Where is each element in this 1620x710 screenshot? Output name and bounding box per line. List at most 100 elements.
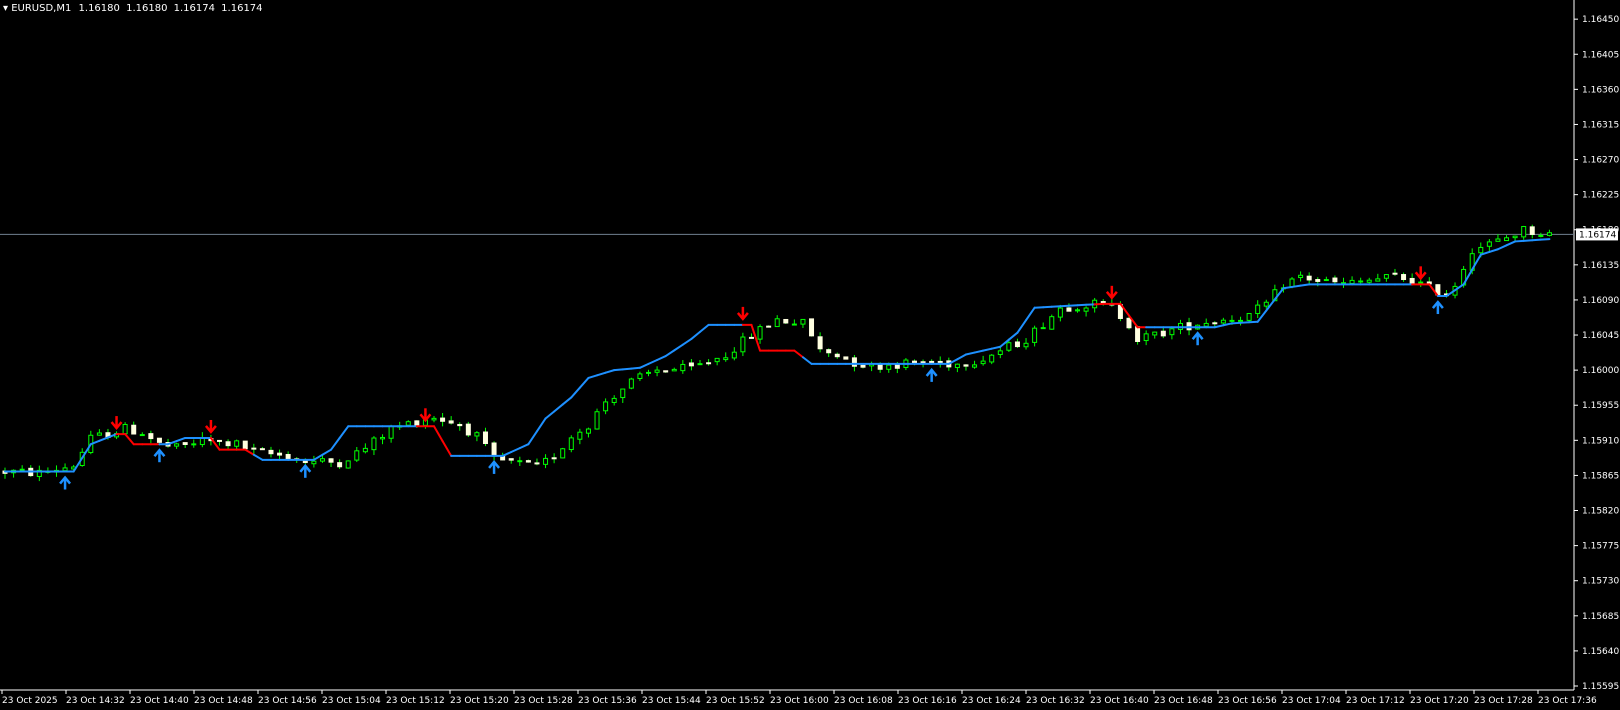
bull-candle[interactable]	[1238, 319, 1244, 322]
bull-candle[interactable]	[1049, 316, 1055, 330]
bear-candle[interactable]	[482, 431, 488, 445]
bear-candle[interactable]	[414, 420, 420, 426]
bull-candle[interactable]	[577, 431, 583, 440]
bull-candle[interactable]	[723, 357, 729, 361]
bull-candle[interactable]	[1263, 301, 1269, 307]
bull-candle[interactable]	[1486, 241, 1492, 247]
bear-candle[interactable]	[688, 362, 694, 367]
bull-candle[interactable]	[1538, 234, 1544, 237]
bull-candle[interactable]	[1375, 278, 1381, 282]
bull-candle[interactable]	[568, 437, 574, 451]
bear-candle[interactable]	[894, 364, 900, 369]
bull-candle[interactable]	[191, 443, 197, 446]
bear-candle[interactable]	[242, 440, 248, 450]
sell-arrow-icon[interactable]	[419, 408, 432, 423]
bull-candle[interactable]	[1143, 333, 1149, 342]
bull-candle[interactable]	[1512, 235, 1518, 239]
bear-candle[interactable]	[551, 457, 557, 460]
bull-candle[interactable]	[1546, 232, 1552, 236]
sell-arrow-icon[interactable]	[204, 419, 217, 434]
bull-candle[interactable]	[371, 437, 377, 451]
bear-candle[interactable]	[748, 336, 754, 339]
bear-candle[interactable]	[860, 364, 866, 368]
bear-candle[interactable]	[337, 462, 343, 468]
bull-candle[interactable]	[1229, 319, 1235, 322]
bear-candle[interactable]	[1306, 275, 1312, 281]
bear-candle[interactable]	[148, 433, 154, 440]
bull-candle[interactable]	[234, 440, 240, 447]
bull-candle[interactable]	[1418, 281, 1424, 284]
bear-candle[interactable]	[1529, 226, 1535, 235]
bull-candle[interactable]	[1032, 327, 1038, 343]
bear-candle[interactable]	[929, 360, 935, 363]
bear-candle[interactable]	[1392, 272, 1398, 275]
sell-arrow-icon[interactable]	[1414, 266, 1427, 281]
bear-candle[interactable]	[911, 360, 917, 364]
bull-candle[interactable]	[628, 378, 634, 389]
bear-candle[interactable]	[225, 441, 231, 447]
sell-arrow-icon[interactable]	[1105, 285, 1118, 300]
bull-candle[interactable]	[345, 460, 351, 469]
bull-candle[interactable]	[1083, 307, 1089, 312]
bear-candle[interactable]	[766, 325, 772, 328]
bear-candle[interactable]	[448, 420, 454, 424]
bear-candle[interactable]	[217, 439, 223, 442]
bull-candle[interactable]	[989, 354, 995, 363]
bull-candle[interactable]	[671, 368, 677, 372]
bear-candle[interactable]	[1066, 307, 1072, 312]
bear-candle[interactable]	[1401, 274, 1407, 281]
bull-candle[interactable]	[1358, 280, 1364, 283]
buy-arrow-icon[interactable]	[488, 459, 501, 474]
bear-candle[interactable]	[268, 449, 274, 455]
bear-candle[interactable]	[1212, 322, 1218, 325]
price-chart[interactable]: 1.16450 1.16405 1.16360 1.16315 1.16270 1.162…	[0, 0, 1620, 710]
bull-candle[interactable]	[1298, 274, 1304, 279]
bull-candle[interactable]	[1220, 319, 1226, 324]
bull-candle[interactable]	[680, 363, 686, 372]
bull-candle[interactable]	[431, 417, 437, 421]
bull-candle[interactable]	[731, 351, 737, 359]
bear-candle[interactable]	[251, 447, 257, 450]
sell-arrow-icon[interactable]	[110, 416, 123, 431]
bull-candle[interactable]	[594, 411, 600, 430]
bull-candle[interactable]	[1040, 327, 1046, 330]
bear-candle[interactable]	[277, 452, 283, 456]
bull-candle[interactable]	[1504, 237, 1510, 242]
bull-candle[interactable]	[139, 434, 145, 437]
bull-candle[interactable]	[757, 326, 763, 340]
bull-candle[interactable]	[972, 364, 978, 368]
buy-arrow-icon[interactable]	[153, 448, 166, 463]
sell-arrow-icon[interactable]	[736, 306, 749, 321]
bear-candle[interactable]	[1409, 277, 1415, 285]
bull-candle[interactable]	[122, 423, 128, 435]
bull-candle[interactable]	[603, 401, 609, 412]
bear-candle[interactable]	[465, 423, 471, 436]
bull-candle[interactable]	[620, 388, 626, 399]
bull-candle[interactable]	[637, 373, 643, 379]
bull-candle[interactable]	[362, 447, 368, 453]
bear-candle[interactable]	[508, 458, 514, 461]
bull-candle[interactable]	[654, 369, 660, 373]
bear-candle[interactable]	[843, 356, 849, 360]
bull-candle[interactable]	[1255, 304, 1261, 315]
bull-candle[interactable]	[1006, 342, 1012, 351]
bear-candle[interactable]	[783, 318, 789, 324]
bear-candle[interactable]	[877, 363, 883, 370]
bull-candle[interactable]	[388, 425, 394, 439]
bull-candle[interactable]	[543, 457, 549, 465]
bear-candle[interactable]	[285, 453, 291, 460]
bear-candle[interactable]	[259, 448, 265, 451]
bull-candle[interactable]	[1366, 279, 1372, 283]
bear-candle[interactable]	[826, 349, 832, 354]
bear-candle[interactable]	[963, 364, 969, 367]
bull-candle[interactable]	[560, 448, 566, 459]
buy-arrow-icon[interactable]	[1431, 300, 1444, 315]
bear-candle[interactable]	[1126, 317, 1132, 329]
bull-candle[interactable]	[886, 364, 892, 370]
chart-window[interactable]: ▾ EURUSD,M1 1.16180 1.16180 1.16174 1.16…	[0, 0, 1620, 710]
bear-candle[interactable]	[457, 423, 463, 427]
bear-candle[interactable]	[328, 458, 334, 463]
bear-candle[interactable]	[491, 442, 497, 457]
buy-arrow-icon[interactable]	[59, 475, 72, 490]
bull-candle[interactable]	[1478, 246, 1484, 254]
